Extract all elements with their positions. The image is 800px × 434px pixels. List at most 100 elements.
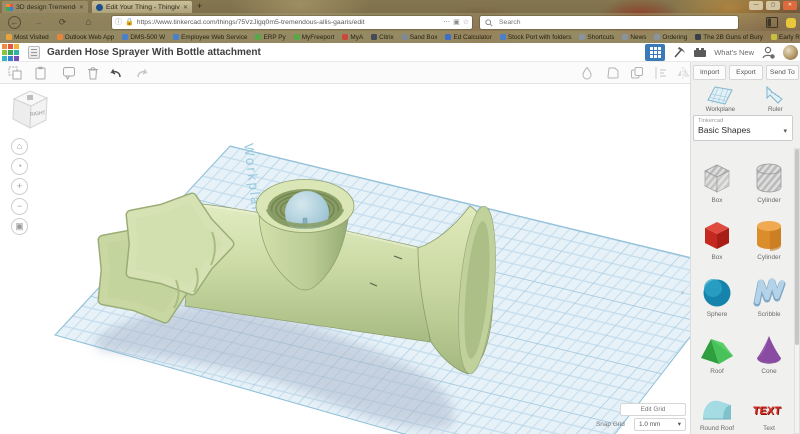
shape-item-sphere[interactable]: Sphere — [693, 264, 741, 321]
shape-item-text[interactable]: TEXT TEXT Text — [745, 378, 793, 434]
bookmark-item[interactable]: Sand Box — [401, 33, 438, 41]
bookmark-item[interactable]: The 2B Guns of Bury — [695, 34, 763, 41]
close-button[interactable]: ✕ — [783, 1, 797, 10]
view-cube[interactable]: RIGHT — [6, 86, 52, 134]
bookmark-item[interactable]: Employee Web Service — [173, 34, 247, 41]
bookmark-favicon — [401, 34, 408, 40]
bookmark-label: The 2B Guns of Bury — [703, 33, 763, 41]
pocket-icon[interactable]: ▣ — [453, 16, 460, 29]
tab-close-icon[interactable]: ✕ — [79, 4, 84, 11]
shape-item-scribble[interactable]: Scribble — [745, 264, 793, 321]
duplicate-icon[interactable] — [62, 66, 76, 80]
notification-icon[interactable] — [786, 17, 796, 28]
shape-item-roof[interactable]: Roof — [693, 321, 741, 378]
shape-item-box[interactable]: Box — [693, 207, 741, 264]
adjust-drop-icon[interactable] — [580, 66, 594, 80]
sidebar-icon[interactable] — [766, 17, 778, 28]
apps-grid-button[interactable] — [645, 44, 666, 61]
bookmark-label: Sand Box — [409, 33, 438, 41]
bookmark-label: Early Retirement — [778, 33, 800, 41]
viewport-3d-scene[interactable]: Workplane — [0, 84, 690, 434]
mirror-icon[interactable] — [676, 66, 690, 80]
redo-icon[interactable] — [136, 66, 150, 80]
bookmark-item[interactable]: Most Visited — [6, 34, 49, 41]
bookmark-item[interactable]: Ordering — [654, 34, 687, 41]
copy-icon[interactable] — [8, 66, 22, 80]
sphere-icon — [703, 279, 731, 307]
site-info-icon[interactable]: ⓘ — [115, 16, 122, 29]
bookmark-item[interactable]: MyA — [342, 34, 363, 41]
bookmark-item[interactable]: ERP Py — [255, 34, 286, 41]
brick-icon[interactable] — [693, 47, 707, 58]
panel-collapse-chevron[interactable]: › — [681, 287, 684, 297]
home-icon[interactable]: ⌂ — [82, 16, 95, 29]
ruler-tool[interactable]: Ruler — [764, 86, 786, 113]
send-to-button[interactable]: Send To — [765, 65, 799, 80]
bookmark-item[interactable]: Ed Calculator — [445, 33, 492, 41]
shape-item-box-hole[interactable]: Box — [693, 150, 741, 207]
design-properties-button[interactable] — [28, 46, 40, 59]
back-icon[interactable]: ← — [8, 16, 21, 29]
bookmark-item[interactable]: DMS-500 W — [122, 34, 165, 41]
perspective-button[interactable]: ▣ — [11, 218, 28, 235]
bookmark-item[interactable]: Shortcuts — [579, 34, 614, 41]
search-input[interactable] — [497, 18, 733, 27]
text-icon: TEXT TEXT — [752, 405, 782, 418]
snap-grid-dropdown[interactable]: 1.0 mm ▾ — [634, 418, 686, 431]
browser-tab-2-active[interactable]: Edit Your Thing - Thingiverse ✕ — [92, 1, 192, 13]
box-hole-icon — [704, 164, 730, 193]
bookmark-item[interactable]: Outlook Web App — [56, 34, 114, 41]
bookmark-item[interactable]: Stock Port with folders — [499, 34, 571, 41]
align-icon[interactable] — [654, 66, 668, 80]
import-button[interactable]: Import — [693, 65, 727, 80]
bookmark-item[interactable]: Citrix — [371, 34, 394, 41]
shape-item-cylinder[interactable]: Cylinder — [745, 207, 793, 264]
shape-outline-icon[interactable] — [606, 66, 620, 80]
undo-icon[interactable] — [108, 66, 122, 80]
edit-grid-button[interactable]: Edit Grid — [620, 403, 686, 416]
refresh-icon[interactable]: ⟳ — [56, 16, 69, 29]
bookmark-item[interactable]: Early Retirement — [770, 33, 800, 41]
page-actions-icon[interactable]: ⋯ — [443, 16, 450, 29]
shape-category-dropdown[interactable]: Tinkercad Basic Shapes ▾ — [693, 115, 793, 141]
bookmark-label: Citrix — [379, 33, 394, 41]
avatar[interactable] — [783, 45, 798, 60]
export-button[interactable]: Export — [729, 65, 763, 80]
bookmark-star-icon[interactable]: ☆ — [463, 16, 469, 29]
workplane-tool[interactable]: Workplane — [706, 86, 735, 113]
delete-icon[interactable] — [86, 66, 100, 80]
browser-tab-1[interactable]: 3D design Tremendous Allis… ✕ — [2, 1, 88, 13]
zoom-in-button[interactable]: + — [11, 178, 28, 195]
shape-item-cone[interactable]: Cone — [745, 321, 793, 378]
tab-title: Edit Your Thing - Thingiverse — [106, 3, 180, 11]
pickaxe-icon[interactable] — [672, 46, 686, 60]
tab-close-icon[interactable]: ✕ — [183, 4, 188, 11]
whats-new-link[interactable]: What's New — [714, 48, 754, 57]
maximize-button[interactable]: ▢ — [766, 1, 780, 10]
shape-item-round-roof[interactable]: Round Roof — [693, 378, 741, 434]
url-input[interactable] — [136, 19, 441, 26]
account-icon[interactable] — [761, 45, 776, 60]
tinkercad-logo[interactable] — [2, 44, 19, 61]
bookmark-item[interactable]: MyFreeport — [293, 33, 335, 41]
bookmark-favicon — [342, 34, 349, 40]
group-icon[interactable] — [630, 66, 644, 80]
home-view-button[interactable]: ⌂ — [11, 138, 28, 155]
bookmark-label: MyFreeport — [301, 33, 335, 41]
viewport-3d[interactable]: Workplane RIGHT ⌂ ◔ + − ▣ Edit Grid Snap… — [0, 84, 690, 434]
new-tab-button[interactable]: + — [197, 1, 202, 12]
search-bar[interactable] — [480, 16, 738, 29]
minimize-button[interactable]: — — [749, 1, 763, 10]
forward-icon[interactable]: → — [32, 16, 45, 29]
scrollbar-thumb[interactable] — [795, 149, 799, 345]
panel-scrollbar[interactable] — [794, 148, 800, 434]
orbit-view-button[interactable]: ◔ — [11, 158, 28, 175]
bookmark-label: Ed Calculator — [453, 33, 492, 41]
paste-icon[interactable] — [34, 66, 48, 80]
url-bar[interactable]: ⓘ 🔒 ⋯ ▣ ☆ — [112, 16, 472, 29]
snap-grid-label: Snap Grid — [596, 421, 625, 428]
chevron-down-icon: ▾ — [783, 128, 787, 135]
bookmark-item[interactable]: News — [622, 34, 646, 41]
zoom-out-button[interactable]: − — [11, 198, 28, 215]
shape-item-cylinder-hole[interactable]: Cylinder — [745, 150, 793, 207]
